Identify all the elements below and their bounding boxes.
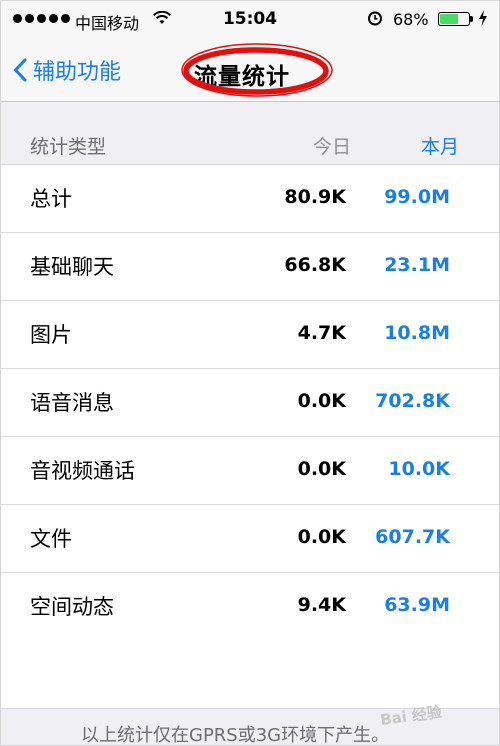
row-today-value: 9.4K bbox=[297, 594, 346, 616]
table-row: 语音消息 0.0K 702.8K bbox=[1, 369, 499, 437]
battery-icon bbox=[438, 12, 470, 26]
footer-note: 以上统计仅在GPRS或3G环境下产生。 bbox=[81, 725, 390, 746]
table-row: 文件 0.0K 607.7K bbox=[1, 505, 499, 573]
page-title: 流量统计 bbox=[194, 64, 290, 90]
table-row: 图片 4.7K 10.8M bbox=[1, 301, 499, 369]
traffic-table: 总计 80.9K 99.0M 基础聊天 66.8K 23.1M 图片 4.7K … bbox=[1, 165, 499, 641]
status-bar: 中国移动 15:04 68% bbox=[1, 1, 499, 39]
row-name: 基础聊天 bbox=[30, 255, 114, 279]
row-name: 图片 bbox=[30, 323, 72, 347]
charging-icon bbox=[478, 10, 488, 30]
row-today-value: 4.7K bbox=[297, 322, 346, 344]
row-name: 文件 bbox=[30, 527, 72, 551]
battery-percent: 68% bbox=[393, 10, 429, 29]
chevron-left-icon bbox=[13, 58, 27, 82]
row-today-value: 0.0K bbox=[297, 390, 346, 412]
battery-tip bbox=[470, 16, 473, 22]
row-today-value: 0.0K bbox=[297, 526, 346, 548]
row-name: 语音消息 bbox=[30, 391, 114, 415]
phone-screen: 中国移动 15:04 68% 辅助功能 流量统计 统计类型 今日 本月 总计 8… bbox=[0, 0, 500, 746]
back-button[interactable]: 辅助功能 bbox=[13, 53, 121, 87]
table-row: 音视频通话 0.0K 10.0K bbox=[1, 437, 499, 505]
table-row: 总计 80.9K 99.0M bbox=[1, 165, 499, 233]
table-row: 空间动态 9.4K 63.9M bbox=[1, 573, 499, 641]
row-month-value: 702.8K bbox=[375, 390, 450, 412]
column-header-month[interactable]: 本月 bbox=[421, 132, 459, 159]
row-today-value: 80.9K bbox=[284, 186, 346, 208]
table-row: 基础聊天 66.8K 23.1M bbox=[1, 233, 499, 301]
column-header-type: 统计类型 bbox=[30, 136, 107, 158]
row-today-value: 0.0K bbox=[297, 458, 346, 480]
table-header: 统计类型 今日 本月 bbox=[1, 102, 499, 165]
row-month-value: 10.8M bbox=[384, 322, 450, 344]
column-header-today: 今日 bbox=[312, 136, 351, 158]
empty-list-area bbox=[1, 638, 499, 708]
row-month-value: 607.7K bbox=[375, 526, 450, 548]
alarm-icon bbox=[367, 10, 383, 30]
row-month-value: 23.1M bbox=[384, 254, 450, 276]
row-name: 空间动态 bbox=[30, 595, 114, 619]
navigation-bar: 辅助功能 流量统计 bbox=[1, 39, 499, 102]
row-month-value: 99.0M bbox=[384, 186, 450, 208]
row-month-value: 63.9M bbox=[384, 594, 450, 616]
row-today-value: 66.8K bbox=[284, 254, 346, 276]
row-month-value: 10.0K bbox=[388, 458, 450, 480]
row-name: 总计 bbox=[30, 187, 72, 211]
back-button-label: 辅助功能 bbox=[33, 60, 122, 85]
row-name: 音视频通话 bbox=[30, 459, 135, 483]
